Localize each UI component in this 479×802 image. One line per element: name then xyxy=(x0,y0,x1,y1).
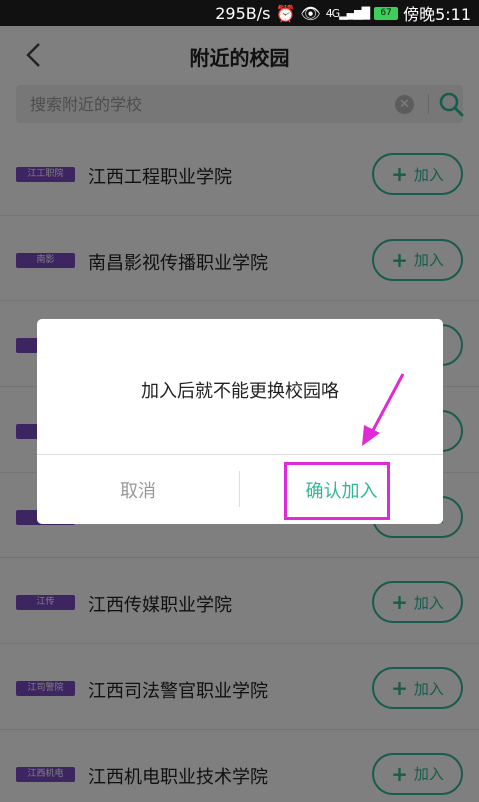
status-bar: 295B/s ⏰ 👁 4G▂▄▆█ 67 傍晚5:11 xyxy=(0,0,479,26)
network-speed: 295B/s xyxy=(215,3,271,23)
eye-icon: 👁 xyxy=(300,3,321,23)
battery-icon: 67 xyxy=(374,6,399,20)
alarm-icon: ⏰ xyxy=(275,3,296,23)
highlight-box xyxy=(284,462,390,520)
signal-icon: 4G▂▄▆█ xyxy=(325,6,370,20)
clock: 傍晚5:11 xyxy=(403,5,471,24)
cancel-button[interactable]: 取消 xyxy=(37,455,239,524)
pointer-arrow-icon xyxy=(362,373,405,446)
